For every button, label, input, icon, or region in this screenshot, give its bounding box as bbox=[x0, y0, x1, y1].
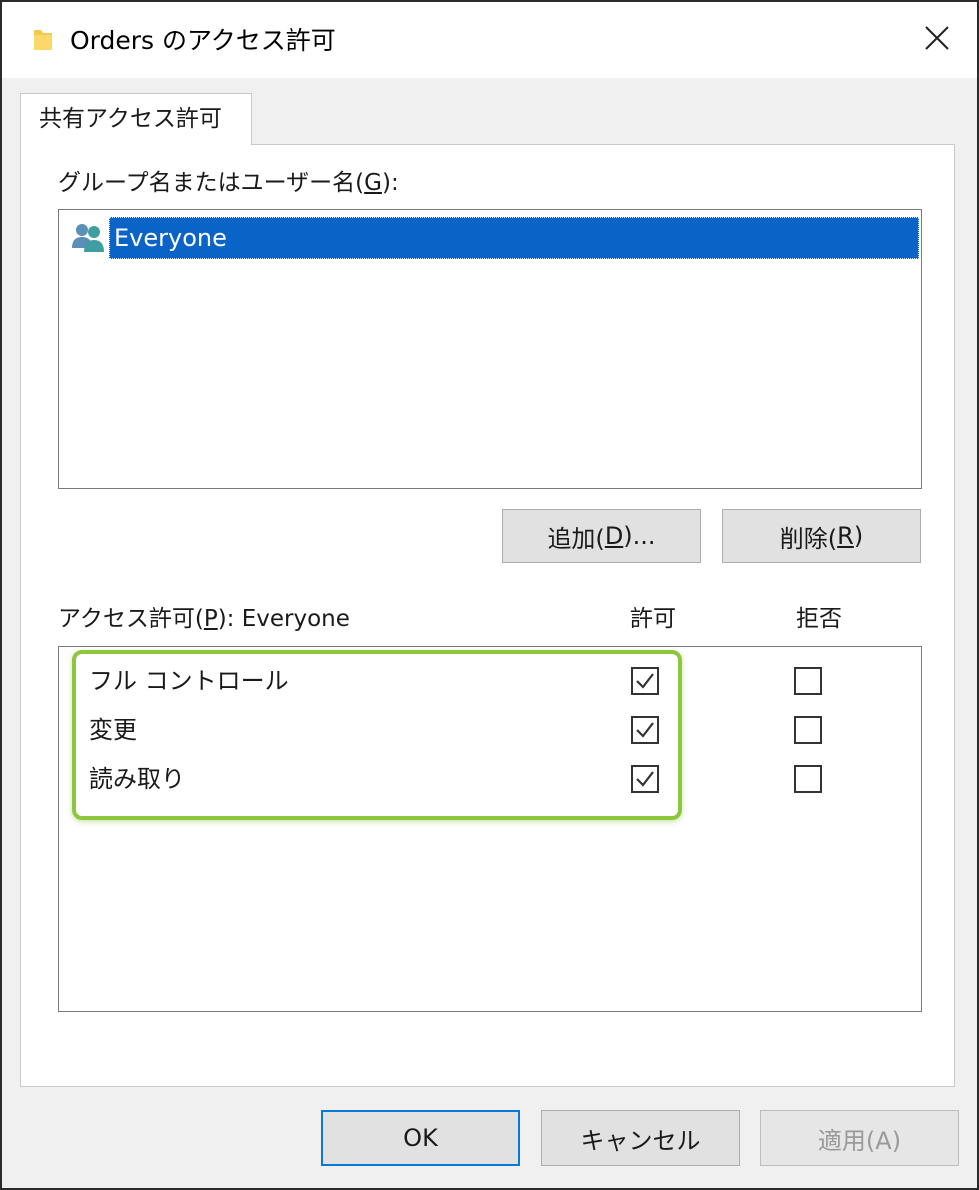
title-bar: Orders のアクセス許可 bbox=[2, 2, 977, 78]
list-item-label: Everyone bbox=[109, 217, 919, 259]
deny-checkbox-read[interactable] bbox=[794, 765, 822, 793]
apply-button[interactable]: 適用(A) bbox=[760, 1110, 959, 1166]
list-item[interactable]: Everyone bbox=[69, 216, 919, 260]
deny-column-header: 拒否 bbox=[796, 606, 842, 632]
users-icon bbox=[69, 220, 109, 256]
ok-button[interactable]: OK bbox=[321, 1110, 520, 1166]
deny-checkbox-modify[interactable] bbox=[794, 716, 822, 744]
remove-button[interactable]: 削除(R) bbox=[722, 509, 921, 563]
allow-checkbox-full-control[interactable] bbox=[631, 667, 659, 695]
window-title: Orders のアクセス許可 bbox=[70, 26, 336, 55]
allow-checkbox-read[interactable] bbox=[631, 765, 659, 793]
permission-name: 変更 bbox=[89, 716, 137, 744]
groups-label: グループ名またはユーザー名(G): bbox=[58, 170, 399, 196]
allow-checkbox-modify[interactable] bbox=[631, 716, 659, 744]
tab-label: 共有アクセス許可 bbox=[39, 106, 222, 132]
check-icon bbox=[636, 722, 654, 738]
folder-icon bbox=[32, 26, 54, 52]
permission-row-read: 読み取り bbox=[89, 759, 889, 799]
groups-listbox[interactable]: Everyone bbox=[58, 209, 922, 489]
permission-row-modify: 変更 bbox=[89, 710, 889, 750]
permissions-label: アクセス許可(P): Everyone bbox=[58, 606, 350, 632]
deny-checkbox-full-control[interactable] bbox=[794, 667, 822, 695]
check-icon bbox=[636, 771, 654, 787]
close-icon bbox=[924, 25, 950, 55]
allow-column-header: 許可 bbox=[630, 606, 676, 632]
tab-share-permissions[interactable]: 共有アクセス許可 bbox=[20, 93, 252, 145]
permission-row-full-control: フル コントロール bbox=[89, 661, 889, 701]
permissions-list: フル コントロール 変更 読み取り bbox=[58, 646, 922, 1012]
close-button[interactable] bbox=[902, 12, 972, 68]
add-button[interactable]: 追加(D)... bbox=[502, 509, 701, 563]
check-icon bbox=[636, 673, 654, 689]
permission-name: 読み取り bbox=[89, 765, 185, 793]
cancel-button[interactable]: キャンセル bbox=[541, 1110, 740, 1166]
permission-name: フル コントロール bbox=[89, 667, 289, 695]
